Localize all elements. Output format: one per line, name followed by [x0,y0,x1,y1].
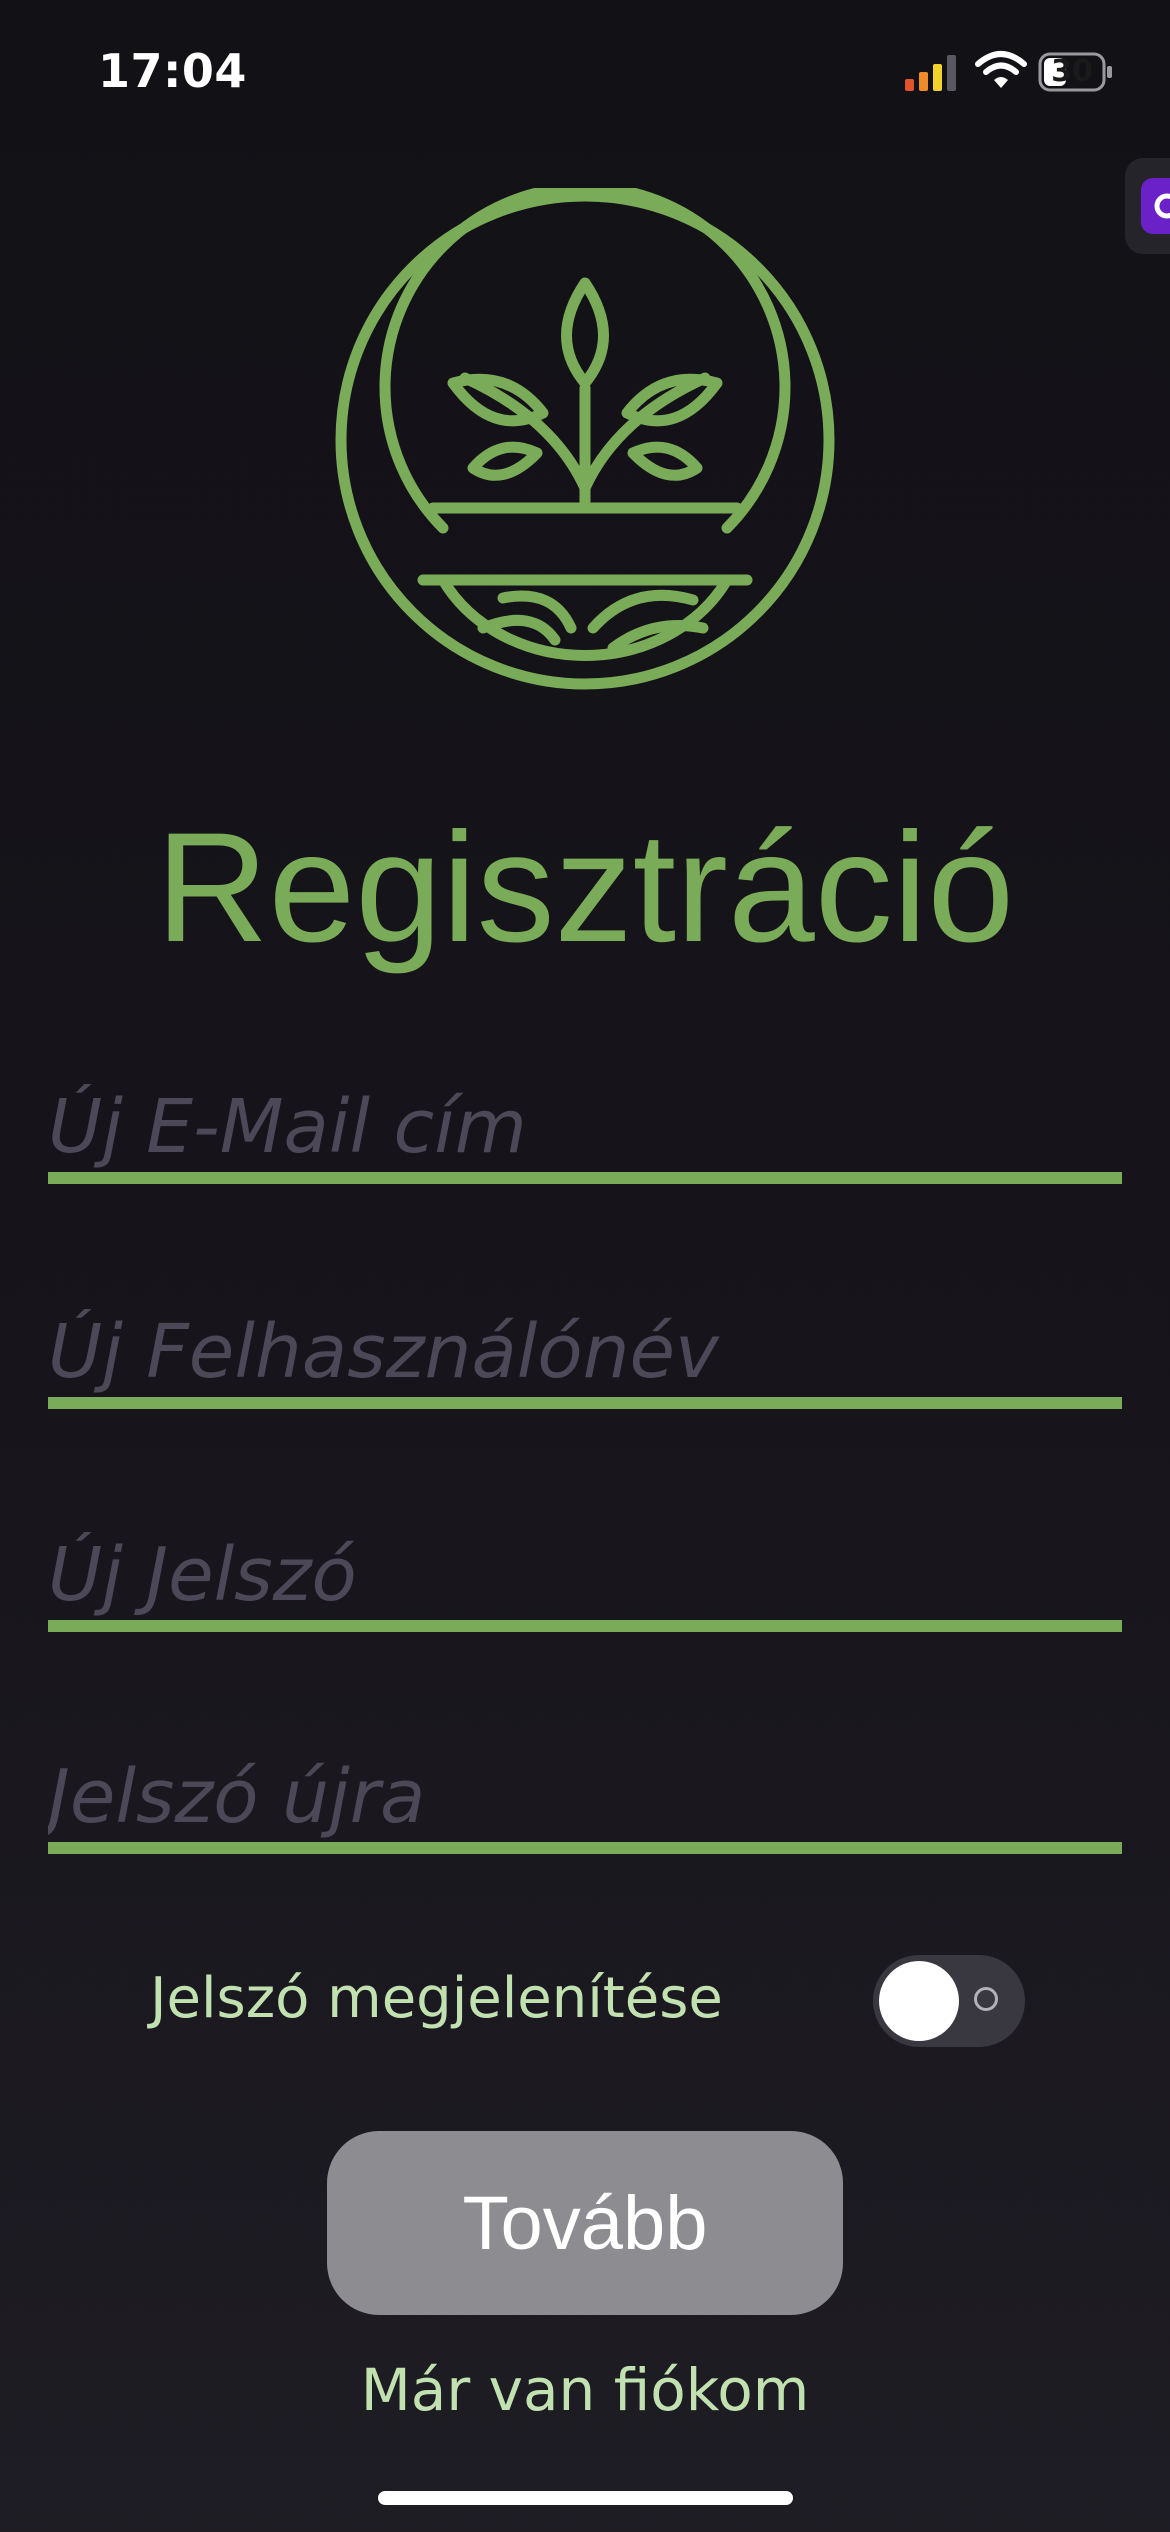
continue-button[interactable]: Tovább [327,2131,843,2315]
battery-icon: 30 [1038,52,1114,92]
password-field-group [48,1530,1122,1632]
password-repeat-underline [48,1842,1122,1854]
status-time: 17:04 [98,44,247,98]
password-underline [48,1620,1122,1632]
show-password-toggle[interactable] [873,1955,1025,2047]
home-indicator[interactable] [378,2491,793,2505]
username-field-group [48,1307,1122,1409]
page-title: Regisztráció [155,801,1015,975]
battery-level: 30 [1051,54,1093,89]
toggle-knob [879,1961,959,2041]
existing-account-link[interactable]: Már van fiókom [0,2356,1170,2424]
password-repeat-field-group [48,1752,1122,1854]
floating-app-icon [1141,178,1170,234]
plant-sprout-logo [335,188,835,690]
email-underline [48,1172,1122,1184]
email-input[interactable] [48,1082,1122,1172]
side-floating-widget[interactable] [1125,158,1170,254]
toggle-off-indicator-icon [974,1987,998,2011]
password-input[interactable] [48,1530,1122,1620]
email-field-group [48,1082,1122,1184]
cellular-signal-icon [905,55,956,91]
wifi-icon [975,51,1027,88]
username-underline [48,1397,1122,1409]
status-bar: 17:04 30 [0,0,1170,150]
password-repeat-input[interactable] [48,1752,1122,1842]
username-input[interactable] [48,1307,1122,1397]
show-password-label: Jelszó megjelenítése [150,1966,723,2031]
